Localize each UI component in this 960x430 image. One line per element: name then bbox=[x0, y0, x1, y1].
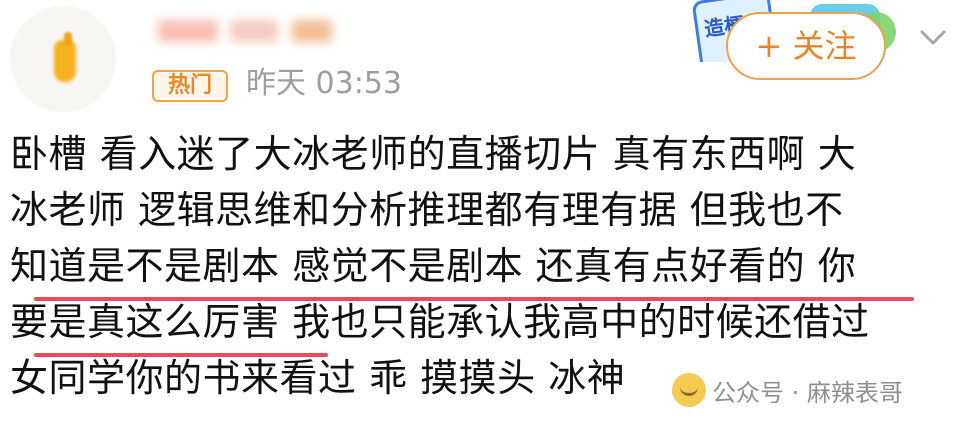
avatar[interactable] bbox=[10, 6, 116, 112]
post-line: 知道是不是剧本 感觉不是剧本 还真有点好看的 你 bbox=[10, 244, 857, 288]
avatar-image bbox=[54, 40, 76, 82]
post-time: 昨天 03:53 bbox=[246, 66, 402, 101]
follow-button[interactable]: + 关注 bbox=[726, 12, 886, 80]
highlight-underline bbox=[34, 297, 914, 301]
laughing-emoji-icon bbox=[672, 373, 706, 407]
blur-block bbox=[292, 20, 332, 42]
post-line: 要是真这么厉害 我也只能承认我高中的时候还借过 bbox=[10, 300, 870, 344]
blur-block bbox=[158, 20, 218, 42]
watermark: 公众号 · 麻辣表哥 bbox=[672, 370, 903, 410]
post-body: 卧槽 看入迷了大冰老师的直播切片 真有东西啊 大 冰老师 逻辑思维和分析推理都有… bbox=[10, 126, 955, 406]
hot-badge: 热门 bbox=[152, 70, 228, 102]
post-line: 冰老师 逻辑思维和分析推理都有理有据 但我也不 bbox=[10, 188, 844, 232]
blur-block bbox=[230, 20, 278, 42]
username-blurred[interactable] bbox=[150, 8, 340, 52]
chevron-down-icon[interactable] bbox=[916, 20, 950, 54]
post-header: 热门 昨天 03:53 造梗 + 关注 bbox=[0, 0, 960, 115]
highlight-underline bbox=[34, 353, 328, 357]
avatar-image-detail bbox=[64, 32, 72, 46]
post-line: 卧槽 看入迷了大冰老师的直播切片 真有东西啊 大 bbox=[10, 132, 857, 176]
watermark-text: 公众号 · 麻辣表哥 bbox=[712, 378, 903, 407]
